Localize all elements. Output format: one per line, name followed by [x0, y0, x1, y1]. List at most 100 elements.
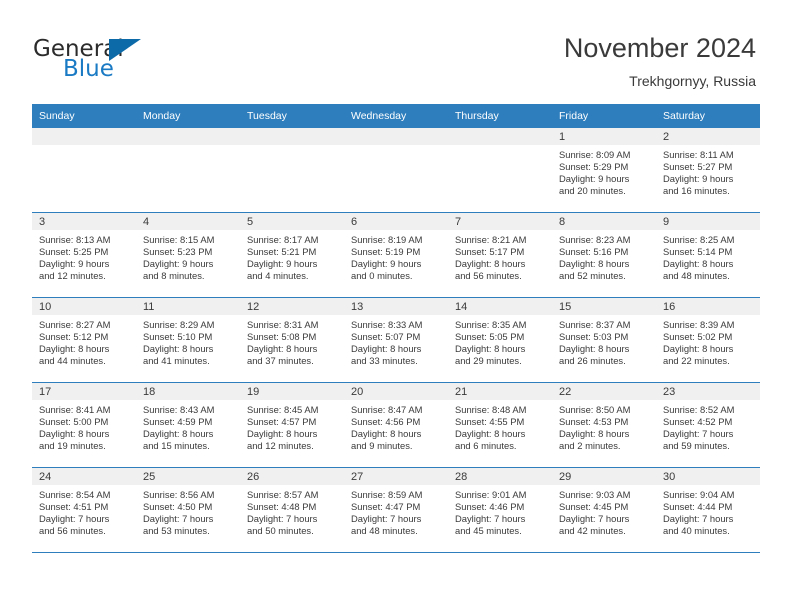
calendar-day-cell[interactable]: 13 Sunrise: 8:33 AM Sunset: 5:07 PM Dayligh…	[344, 297, 448, 383]
calendar-day-cell[interactable]: 5 Sunrise: 8:17 AM Sunset: 5:21 PM Daylight…	[240, 212, 344, 298]
day-details: Sunrise: 8:11 AM Sunset: 5:27 PM Daylight:…	[656, 145, 760, 197]
day-number: 19	[240, 383, 344, 400]
day-daylight-line: Daylight: 8 hours	[559, 342, 630, 354]
day-sunset-line: Sunset: 4:50 PM	[143, 500, 213, 512]
day-cell-inner: 30 Sunrise: 9:04 AM Sunset: 4:44 PM Dayligh…	[656, 468, 760, 552]
calendar-day-cell[interactable]: 7 Sunrise: 8:21 AM Sunset: 5:17 PM Daylight…	[448, 212, 552, 298]
day-number: 10	[32, 298, 136, 315]
day-sunset-line: Sunset: 4:53 PM	[559, 415, 629, 427]
day-sunset-line: Sunset: 5:29 PM	[559, 160, 629, 172]
calendar-day-cell[interactable]: 15 Sunrise: 8:37 AM Sunset: 5:03 PM Dayligh…	[552, 297, 656, 383]
day-number: 27	[344, 468, 448, 485]
day-sunrise-line: Sunrise: 8:41 AM	[39, 404, 111, 415]
day-details: Sunrise: 8:35 AM Sunset: 5:05 PM Daylight:…	[448, 315, 552, 367]
calendar-day-cell[interactable]: 27 Sunrise: 8:59 AM Sunset: 4:47 PM Dayligh…	[344, 467, 448, 553]
calendar-day-cell[interactable]: 10 Sunrise: 8:27 AM Sunset: 5:12 PM Dayligh…	[32, 297, 136, 383]
day-sunset-line: Sunset: 4:52 PM	[663, 415, 733, 427]
weekday-header-saturday: Saturday	[656, 104, 760, 128]
logo-text-blue: Blue	[63, 56, 114, 82]
calendar-day-cell[interactable]: 1 Sunrise: 8:09 AM Sunset: 5:29 PM Daylight…	[552, 128, 656, 213]
calendar-day-cell[interactable]: 14 Sunrise: 8:35 AM Sunset: 5:05 PM Dayligh…	[448, 297, 552, 383]
calendar-day-cell[interactable]: 11 Sunrise: 8:29 AM Sunset: 5:10 PM Dayligh…	[136, 297, 240, 383]
day-cell-inner: 23 Sunrise: 8:52 AM Sunset: 4:52 PM Dayligh…	[656, 383, 760, 467]
calendar-day-cell[interactable]: 2 Sunrise: 8:11 AM Sunset: 5:27 PM Daylight…	[656, 128, 760, 213]
day-details: Sunrise: 8:19 AM Sunset: 5:19 PM Daylight:…	[344, 230, 448, 282]
day-daylight-line: Daylight: 9 hours	[559, 172, 630, 184]
calendar-day-cell[interactable]: 23 Sunrise: 8:52 AM Sunset: 4:52 PM Dayligh…	[656, 382, 760, 468]
calendar-day-cell[interactable]: 17 Sunrise: 8:41 AM Sunset: 5:00 PM Dayligh…	[32, 382, 136, 468]
page-header: General Blue November 2024 Trekhgornyy, …	[0, 0, 792, 100]
day-daylight-line: and 20 minutes.	[559, 184, 626, 196]
day-cell-inner: 16 Sunrise: 8:39 AM Sunset: 5:02 PM Dayligh…	[656, 298, 760, 382]
day-details: Sunrise: 9:01 AM Sunset: 4:46 PM Daylight:…	[448, 485, 552, 537]
day-daylight-line: and 45 minutes.	[455, 524, 522, 536]
day-sunset-line: Sunset: 5:05 PM	[455, 330, 525, 342]
day-daylight-line: Daylight: 9 hours	[351, 257, 422, 269]
day-daylight-line: and 22 minutes.	[663, 354, 730, 366]
day-details: Sunrise: 8:15 AM Sunset: 5:23 PM Daylight:…	[136, 230, 240, 282]
calendar-day-cell[interactable]: 4 Sunrise: 8:15 AM Sunset: 5:23 PM Daylight…	[136, 212, 240, 298]
day-daylight-line: and 42 minutes.	[559, 524, 626, 536]
day-sunrise-line: Sunrise: 8:50 AM	[559, 404, 631, 415]
day-cell-inner: 8 Sunrise: 8:23 AM Sunset: 5:16 PM Daylight…	[552, 213, 656, 297]
day-number: 12	[240, 298, 344, 315]
calendar-day-cell[interactable]: 21 Sunrise: 8:48 AM Sunset: 4:55 PM Dayligh…	[448, 382, 552, 468]
weekday-header-sunday: Sunday	[32, 104, 136, 128]
day-sunset-line: Sunset: 4:44 PM	[663, 500, 733, 512]
calendar-day-cell[interactable]: 16 Sunrise: 8:39 AM Sunset: 5:02 PM Dayligh…	[656, 297, 760, 383]
calendar-day-cell[interactable]: 18 Sunrise: 8:43 AM Sunset: 4:59 PM Dayligh…	[136, 382, 240, 468]
calendar-day-cell-empty	[32, 128, 136, 213]
calendar-day-cell[interactable]: 20 Sunrise: 8:47 AM Sunset: 4:56 PM Dayligh…	[344, 382, 448, 468]
day-daylight-line: and 50 minutes.	[247, 524, 314, 536]
weekday-header-tuesday: Tuesday	[240, 104, 344, 128]
day-sunset-line: Sunset: 5:27 PM	[663, 160, 733, 172]
day-sunset-line: Sunset: 4:45 PM	[559, 500, 629, 512]
day-cell-inner: 5 Sunrise: 8:17 AM Sunset: 5:21 PM Daylight…	[240, 213, 344, 297]
day-sunset-line: Sunset: 5:02 PM	[663, 330, 733, 342]
day-details: Sunrise: 8:23 AM Sunset: 5:16 PM Daylight:…	[552, 230, 656, 282]
calendar-day-cell[interactable]: 26 Sunrise: 8:57 AM Sunset: 4:48 PM Dayligh…	[240, 467, 344, 553]
day-cell-inner: 19 Sunrise: 8:45 AM Sunset: 4:57 PM Dayligh…	[240, 383, 344, 467]
calendar-day-cell[interactable]: 30 Sunrise: 9:04 AM Sunset: 4:44 PM Dayligh…	[656, 467, 760, 553]
day-number: 23	[656, 383, 760, 400]
day-daylight-line: Daylight: 8 hours	[559, 427, 630, 439]
day-sunrise-line: Sunrise: 8:33 AM	[351, 319, 423, 330]
day-details: Sunrise: 8:48 AM Sunset: 4:55 PM Daylight:…	[448, 400, 552, 452]
day-daylight-line: Daylight: 8 hours	[39, 342, 110, 354]
day-details: Sunrise: 8:25 AM Sunset: 5:14 PM Daylight:…	[656, 230, 760, 282]
day-cell-inner: 12 Sunrise: 8:31 AM Sunset: 5:08 PM Dayligh…	[240, 298, 344, 382]
day-sunrise-line: Sunrise: 8:48 AM	[455, 404, 527, 415]
day-sunrise-line: Sunrise: 9:03 AM	[559, 489, 631, 500]
weekday-header-monday: Monday	[136, 104, 240, 128]
day-daylight-line: and 56 minutes.	[455, 269, 522, 281]
day-sunrise-line: Sunrise: 8:29 AM	[143, 319, 215, 330]
day-daylight-line: and 19 minutes.	[39, 439, 106, 451]
calendar-day-cell[interactable]: 9 Sunrise: 8:25 AM Sunset: 5:14 PM Daylight…	[656, 212, 760, 298]
day-cell-inner: 14 Sunrise: 8:35 AM Sunset: 5:05 PM Dayligh…	[448, 298, 552, 382]
day-number: 17	[32, 383, 136, 400]
calendar-day-cell[interactable]: 8 Sunrise: 8:23 AM Sunset: 5:16 PM Daylight…	[552, 212, 656, 298]
calendar-day-cell[interactable]: 6 Sunrise: 8:19 AM Sunset: 5:19 PM Daylight…	[344, 212, 448, 298]
calendar-day-cell[interactable]: 28 Sunrise: 9:01 AM Sunset: 4:46 PM Dayligh…	[448, 467, 552, 553]
day-daylight-line: Daylight: 8 hours	[143, 342, 214, 354]
day-cell-inner: 2 Sunrise: 8:11 AM Sunset: 5:27 PM Daylight…	[656, 128, 760, 212]
calendar-day-cell[interactable]: 29 Sunrise: 9:03 AM Sunset: 4:45 PM Dayligh…	[552, 467, 656, 553]
day-sunrise-line: Sunrise: 8:31 AM	[247, 319, 319, 330]
calendar-week-row: 1 Sunrise: 8:09 AM Sunset: 5:29 PM Daylight…	[32, 128, 760, 213]
calendar-day-cell[interactable]: 12 Sunrise: 8:31 AM Sunset: 5:08 PM Dayligh…	[240, 297, 344, 383]
day-details: Sunrise: 8:29 AM Sunset: 5:10 PM Daylight:…	[136, 315, 240, 367]
day-daylight-line: and 41 minutes.	[143, 354, 210, 366]
day-number	[344, 128, 448, 145]
calendar-day-cell[interactable]: 22 Sunrise: 8:50 AM Sunset: 4:53 PM Dayligh…	[552, 382, 656, 468]
day-number: 21	[448, 383, 552, 400]
calendar-day-cell[interactable]: 24 Sunrise: 8:54 AM Sunset: 4:51 PM Dayligh…	[32, 467, 136, 553]
calendar-day-cell[interactable]: 25 Sunrise: 8:56 AM Sunset: 4:50 PM Dayligh…	[136, 467, 240, 553]
calendar-day-cell[interactable]: 3 Sunrise: 8:13 AM Sunset: 5:25 PM Daylight…	[32, 212, 136, 298]
general-blue-logo[interactable]: General Blue	[33, 36, 223, 88]
day-number	[448, 128, 552, 145]
calendar-day-cell[interactable]: 19 Sunrise: 8:45 AM Sunset: 4:57 PM Dayligh…	[240, 382, 344, 468]
day-daylight-line: and 37 minutes.	[247, 354, 314, 366]
title-block: November 2024 Trekhgornyy, Russia	[564, 32, 756, 90]
day-details: Sunrise: 8:09 AM Sunset: 5:29 PM Daylight:…	[552, 145, 656, 197]
day-number: 9	[656, 213, 760, 230]
